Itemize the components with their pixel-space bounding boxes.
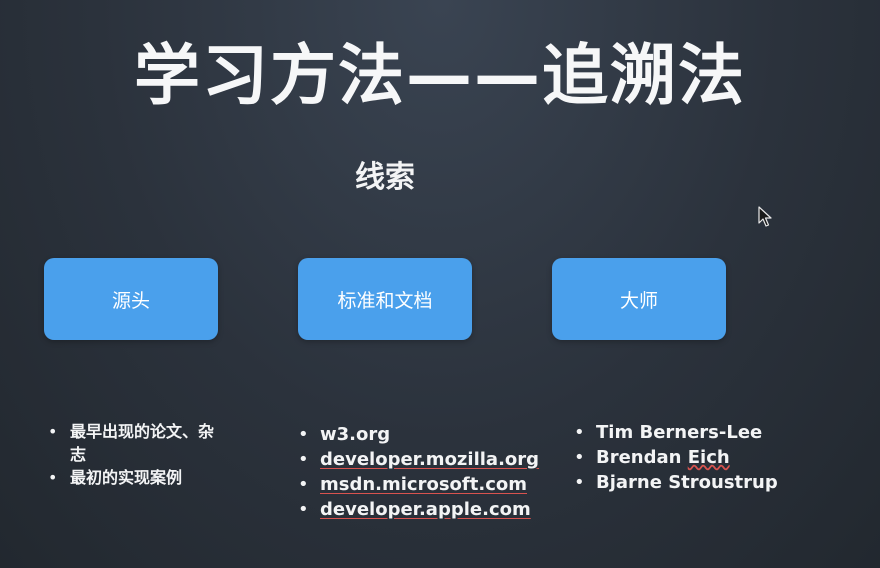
list-item: 最早出现的论文、杂志 — [46, 420, 216, 466]
name-text: Brendan — [596, 447, 688, 468]
list-item: Tim Berners-Lee — [572, 420, 802, 445]
card-label: 大师 — [619, 289, 658, 312]
masters-list: Tim Berners-Lee Brendan Eich Bjarne Stro… — [572, 420, 802, 495]
link-text: developer.apple.com — [320, 499, 531, 520]
docs-list: w3.org developer.mozilla.org msdn.micros… — [296, 422, 556, 522]
list-item: developer.apple.com — [296, 497, 556, 522]
card-standards-docs: 标准和文档 — [298, 258, 472, 340]
card-source: 源头 — [44, 258, 218, 340]
list-item: w3.org — [296, 422, 556, 447]
card-masters: 大师 — [552, 258, 726, 340]
spellcheck-word: Eich — [687, 447, 730, 468]
slide-subtitle: 线索 — [355, 160, 415, 195]
mouse-cursor-icon — [758, 206, 772, 227]
slide: 学习方法——追溯法 线索 源头 标准和文档 大师 最早出现的论文、杂志 最初的实… — [0, 0, 880, 568]
slide-title: 学习方法——追溯法 — [134, 37, 746, 114]
link-text: developer.mozilla.org — [320, 449, 540, 470]
list-item: developer.mozilla.org — [296, 447, 556, 472]
list-item: msdn.microsoft.com — [296, 472, 556, 497]
list-item: Brendan Eich — [572, 445, 802, 470]
list-item: Bjarne Stroustrup — [572, 470, 802, 495]
list-item: 最初的实现案例 — [46, 466, 216, 489]
card-label: 标准和文档 — [337, 289, 433, 312]
source-list: 最早出现的论文、杂志 最初的实现案例 — [46, 420, 216, 489]
link-text: msdn.microsoft.com — [320, 474, 527, 495]
link-text: w3.org — [320, 424, 391, 445]
card-label: 源头 — [111, 289, 150, 312]
